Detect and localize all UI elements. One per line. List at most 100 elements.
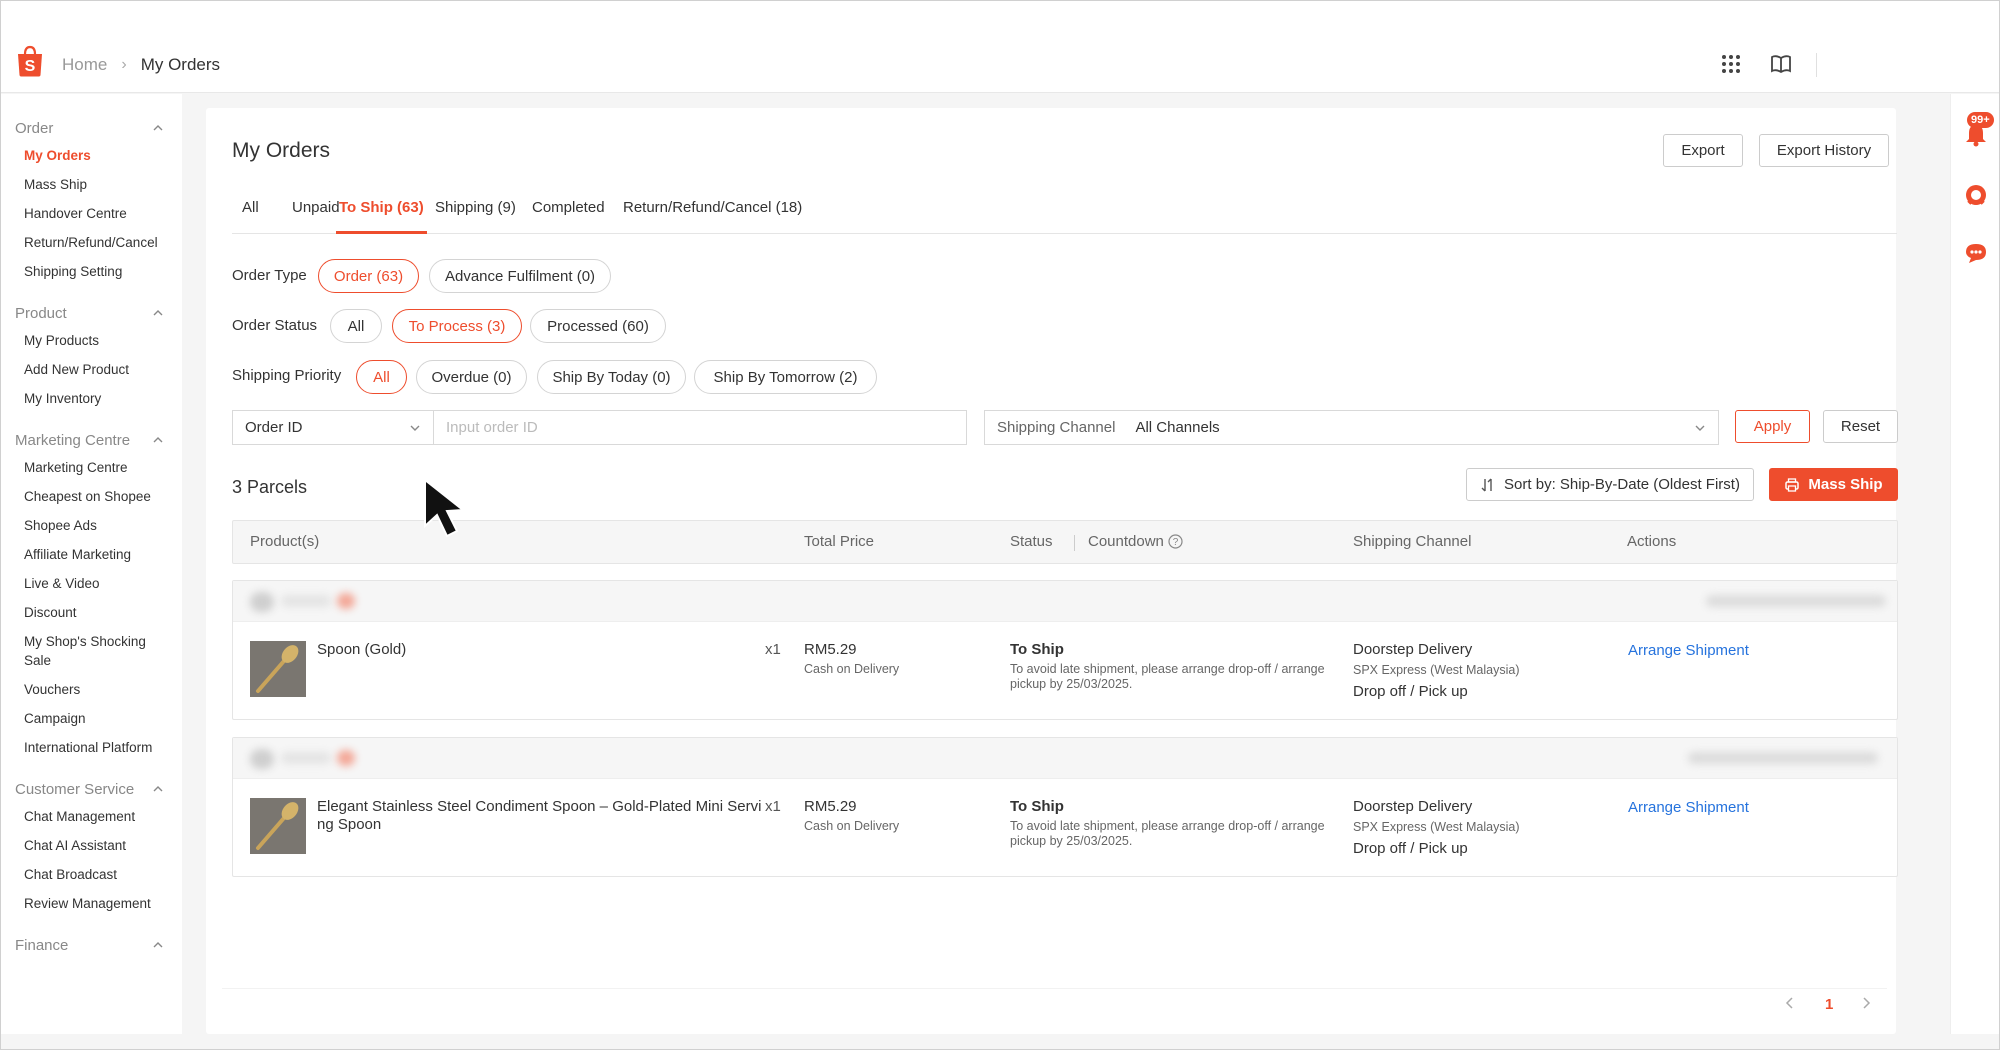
chevron-up-icon bbox=[153, 125, 163, 131]
page-number-current[interactable]: 1 bbox=[1825, 996, 1833, 1016]
tab-shipping[interactable]: Shipping (9) bbox=[435, 189, 516, 234]
sidebar-item[interactable]: Shopee Ads bbox=[1, 516, 182, 535]
sidebar-item[interactable]: Marketing Centre bbox=[1, 458, 182, 477]
order-status-processed-pill[interactable]: Processed (60) bbox=[530, 309, 666, 343]
chevron-up-icon bbox=[153, 942, 163, 948]
chat-icon[interactable] bbox=[1963, 240, 1989, 266]
product-thumbnail bbox=[250, 798, 306, 854]
order-type-order-pill[interactable]: Order (63) bbox=[318, 259, 419, 293]
sidebar-item[interactable]: Return/Refund/Cancel bbox=[1, 233, 182, 252]
sort-button[interactable]: Sort by: Ship-By-Date (Oldest First) bbox=[1466, 468, 1754, 501]
sidebar-item[interactable]: Shipping Setting bbox=[1, 262, 182, 281]
shopee-logo-icon[interactable]: S bbox=[15, 45, 45, 77]
order-status-to-process-pill[interactable]: To Process (3) bbox=[392, 309, 522, 343]
tab-all[interactable]: All bbox=[242, 189, 259, 234]
sidebar-item[interactable]: Discount bbox=[1, 603, 182, 622]
sidebar-item[interactable]: My Orders bbox=[1, 146, 182, 165]
shipping-type: Doorstep Delivery bbox=[1353, 641, 1473, 658]
orders-card: My Orders Export Export History All Unpa… bbox=[206, 108, 1898, 1034]
sort-label: Sort by: Ship-By-Date (Oldest First) bbox=[1504, 476, 1740, 493]
help-icon[interactable]: ? bbox=[1168, 534, 1183, 549]
sidebar-section-header[interactable]: Order bbox=[1, 118, 182, 138]
shipping-channel-select[interactable]: Shipping Channel All Channels bbox=[984, 410, 1719, 445]
total-price: RM5.29 bbox=[804, 798, 857, 815]
apply-button[interactable]: Apply bbox=[1735, 410, 1810, 443]
product-name[interactable]: Spoon (Gold) bbox=[317, 641, 762, 659]
tab-return-refund-cancel[interactable]: Return/Refund/Cancel (18) bbox=[623, 189, 802, 234]
sidebar-item[interactable]: Chat AI Assistant bbox=[1, 836, 182, 855]
column-countdown-label: Countdown bbox=[1088, 533, 1164, 550]
shipping-priority-today-pill[interactable]: Ship By Today (0) bbox=[537, 360, 686, 394]
tab-completed[interactable]: Completed bbox=[532, 189, 605, 234]
shipping-carrier: SPX Express (West Malaysia) bbox=[1353, 663, 1520, 677]
next-page-icon[interactable] bbox=[1860, 996, 1872, 1016]
export-history-button[interactable]: Export History bbox=[1759, 134, 1889, 167]
sidebar-item[interactable]: Mass Ship bbox=[1, 175, 182, 194]
sidebar: Order My Orders Mass Ship Handover Centre Re… bbox=[1, 94, 182, 1034]
tab-to-ship[interactable]: To Ship (63) bbox=[336, 189, 427, 234]
breadcrumb: Home › My Orders bbox=[62, 55, 220, 75]
arrange-shipment-link[interactable]: Arrange Shipment bbox=[1628, 642, 1749, 659]
search-field-select[interactable]: Order ID bbox=[232, 410, 434, 445]
sidebar-section-header[interactable]: Customer Service bbox=[1, 779, 182, 799]
column-actions: Actions bbox=[1627, 533, 1677, 550]
chevron-up-icon bbox=[153, 786, 163, 792]
mouse-cursor-icon bbox=[424, 478, 466, 538]
sidebar-item[interactable]: My Inventory bbox=[1, 389, 182, 408]
apps-grid-icon[interactable] bbox=[1720, 53, 1742, 75]
prev-page-icon[interactable] bbox=[1784, 996, 1796, 1016]
book-icon[interactable] bbox=[1770, 53, 1792, 75]
sidebar-item[interactable]: Affiliate Marketing bbox=[1, 545, 182, 564]
order-id-input[interactable] bbox=[446, 411, 954, 444]
sidebar-section-title: Marketing Centre bbox=[15, 431, 131, 449]
shipping-type: Doorstep Delivery bbox=[1353, 798, 1473, 815]
sidebar-item[interactable]: Cheapest on Shopee bbox=[1, 487, 182, 506]
sidebar-section: Product My Products Add New Product My Inve… bbox=[1, 303, 182, 408]
sidebar-section-header[interactable]: Marketing Centre bbox=[1, 430, 182, 450]
sidebar-item[interactable]: Campaign bbox=[1, 709, 182, 728]
sidebar-item[interactable]: International Platform bbox=[1, 738, 182, 757]
shipping-priority-all-pill[interactable]: All bbox=[356, 360, 407, 394]
chat-icon[interactable] bbox=[337, 750, 355, 766]
buyer-avatar bbox=[250, 749, 274, 769]
order-type-advance-pill[interactable]: Advance Fulfilment (0) bbox=[429, 259, 611, 293]
breadcrumb-home[interactable]: Home bbox=[62, 55, 107, 75]
sidebar-item[interactable]: Review Management bbox=[1, 894, 182, 913]
sidebar-item[interactable]: Live & Video bbox=[1, 574, 182, 593]
right-rail: 99+ bbox=[1950, 94, 1999, 1034]
support-icon[interactable] bbox=[1963, 182, 1989, 208]
shipping-priority-overdue-pill[interactable]: Overdue (0) bbox=[416, 360, 527, 394]
sidebar-section-header[interactable]: Product bbox=[1, 303, 182, 323]
shipping-priority-tomorrow-pill[interactable]: Ship By Tomorrow (2) bbox=[694, 360, 877, 394]
tab-unpaid[interactable]: Unpaid bbox=[292, 189, 340, 234]
chevron-down-icon bbox=[410, 425, 420, 431]
order-status: To Ship bbox=[1010, 798, 1064, 815]
sidebar-section-header[interactable]: Finance bbox=[1, 935, 182, 955]
product-name[interactable]: Elegant Stainless Steel Condiment Spoon … bbox=[317, 798, 762, 834]
column-shipping-channel: Shipping Channel bbox=[1353, 533, 1472, 550]
sidebar-section: Marketing Centre Marketing Centre Cheapest… bbox=[1, 430, 182, 757]
buyer-name bbox=[281, 595, 331, 607]
svg-text:S: S bbox=[25, 58, 36, 75]
chevron-up-icon bbox=[153, 310, 163, 316]
sidebar-item[interactable]: Handover Centre bbox=[1, 204, 182, 223]
breadcrumb-current: My Orders bbox=[140, 55, 221, 74]
sidebar-item[interactable]: My Shop's Shocking Sale bbox=[1, 632, 182, 670]
arrange-shipment-link[interactable]: Arrange Shipment bbox=[1628, 799, 1749, 816]
export-button[interactable]: Export bbox=[1663, 134, 1743, 167]
sidebar-item[interactable]: Vouchers bbox=[1, 680, 182, 699]
chat-icon[interactable] bbox=[337, 593, 355, 609]
search-field-value: Order ID bbox=[245, 419, 303, 436]
order-id-search-field bbox=[433, 410, 967, 445]
sidebar-item[interactable]: Add New Product bbox=[1, 360, 182, 379]
sidebar-item[interactable]: Chat Management bbox=[1, 807, 182, 826]
column-products: Product(s) bbox=[250, 533, 320, 550]
svg-text:?: ? bbox=[1173, 537, 1179, 548]
mass-ship-button[interactable]: Mass Ship bbox=[1769, 468, 1898, 501]
shipping-priority-label: Shipping Priority bbox=[232, 367, 342, 384]
sidebar-item[interactable]: My Products bbox=[1, 331, 182, 350]
sidebar-item[interactable]: Chat Broadcast bbox=[1, 865, 182, 884]
order-status-all-pill[interactable]: All bbox=[330, 309, 382, 343]
sort-icon bbox=[1481, 478, 1492, 491]
reset-button[interactable]: Reset bbox=[1823, 410, 1898, 443]
